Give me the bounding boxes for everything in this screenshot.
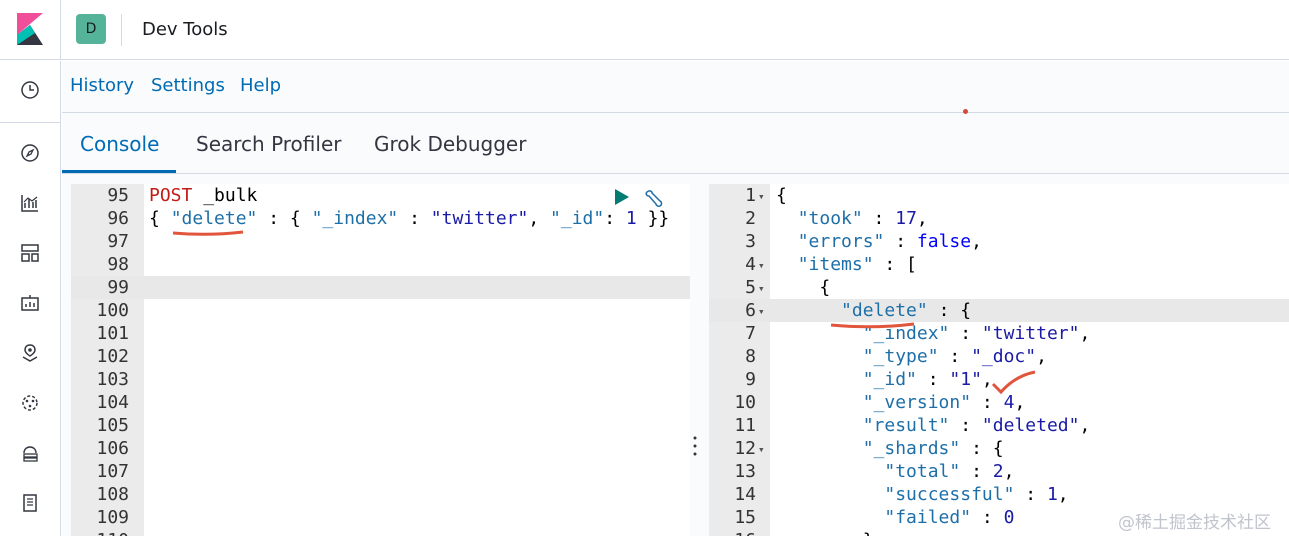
tab-grok-debugger[interactable]: Grok Debugger	[374, 132, 526, 156]
page-title: Dev Tools	[142, 19, 228, 40]
line-number: 3	[745, 231, 756, 252]
line-number: 96	[107, 208, 129, 229]
dashboard-icon[interactable]	[18, 241, 42, 265]
help-link[interactable]: Help	[240, 75, 281, 96]
left-nav	[0, 61, 61, 536]
tab-console[interactable]: Console	[80, 132, 159, 156]
tab-bar: Console Search Profiler Grok Debugger	[62, 114, 1289, 174]
code-text: "_shards" : {	[862, 438, 1004, 459]
tab-search-profiler[interactable]: Search Profiler	[196, 132, 341, 156]
wrench-icon[interactable]	[643, 188, 665, 213]
maps-icon[interactable]	[18, 341, 42, 365]
line-number: 11	[734, 415, 756, 436]
resize-handle-icon[interactable]	[692, 435, 698, 457]
code-text: POST _bulk	[149, 185, 258, 206]
line-number: 2	[745, 208, 756, 229]
line-number: 14	[734, 484, 756, 505]
top-bar: D Dev Tools	[0, 0, 1289, 60]
line-number: 9	[745, 369, 756, 390]
code-text: }	[776, 529, 874, 536]
line-number: 7	[745, 323, 756, 344]
fold-arrow-icon[interactable]: ▾	[758, 277, 765, 300]
annotation-underline	[172, 230, 244, 236]
code-text: "result" : "deleted",	[862, 415, 1091, 436]
code-text: "_id" : "1",	[862, 369, 993, 390]
line-number: 102	[96, 346, 129, 367]
code-text: "delete" : {	[841, 300, 972, 321]
line-number: 12	[734, 438, 756, 459]
line-number: 106	[96, 438, 129, 459]
nav-divider	[0, 122, 61, 123]
divider	[60, 0, 61, 60]
history-link[interactable]: History	[70, 75, 134, 96]
code-text: "items" : [	[797, 254, 917, 275]
watermark: @稀土掘金技术社区	[1118, 513, 1271, 533]
logs-icon[interactable]	[18, 491, 42, 515]
divider	[121, 14, 122, 46]
fold-arrow-icon[interactable]: ▾	[758, 254, 765, 277]
code-text: "_version" : 4,	[862, 392, 1026, 413]
settings-link[interactable]: Settings	[151, 75, 225, 96]
code-text: "_index" : "twitter",	[862, 323, 1091, 344]
play-icon[interactable]	[612, 188, 630, 211]
response-editor[interactable]: 1 ▾{2 "took" : 17, 3 "errors" : false, 4 ▾ "…	[709, 184, 1289, 536]
ml-icon[interactable]	[18, 391, 42, 415]
line-number: 110	[71, 529, 129, 536]
space-avatar[interactable]: D	[76, 14, 106, 44]
line-number: 105	[96, 415, 129, 436]
canvas-icon[interactable]	[18, 291, 42, 315]
annotation-underline	[830, 322, 915, 329]
code-text: { "delete" : { "_index" : "twitter", "_i…	[149, 208, 670, 229]
code-text: "failed" : 0	[884, 507, 1015, 528]
line-number: 97	[107, 231, 129, 252]
line-number: 8	[745, 346, 756, 367]
line-number: 101	[96, 323, 129, 344]
line-number: 4	[745, 254, 756, 275]
code-text: {	[776, 185, 787, 206]
fold-arrow-icon[interactable]: ▾	[758, 185, 765, 208]
code-text: "total" : 2,	[884, 461, 1015, 482]
line-number: 1	[745, 185, 756, 206]
line-number: 16	[709, 529, 756, 536]
top-menu: History Settings Help	[62, 61, 1289, 114]
line-number: 10	[734, 392, 756, 413]
line-number: 99	[107, 277, 129, 298]
kibana-logo-icon[interactable]	[17, 13, 43, 45]
compass-icon[interactable]	[18, 141, 42, 165]
line-number: 109	[96, 507, 129, 528]
main-panel: History Settings Help Console Search Pro…	[62, 61, 1289, 536]
line-number: 108	[96, 484, 129, 505]
code-text: {	[776, 277, 831, 298]
line-number: 15	[734, 507, 756, 528]
line-number: 6	[745, 300, 756, 321]
clock-icon[interactable]	[18, 78, 42, 102]
fold-arrow-icon[interactable]: ▾	[758, 438, 765, 461]
code-text: "successful" : 1,	[884, 484, 1069, 505]
line-number: 104	[96, 392, 129, 413]
code-text: "took" : 17,	[797, 208, 928, 229]
annotation-checkmark	[991, 370, 1036, 395]
line-number: 98	[107, 254, 129, 275]
code-text: "errors" : false,	[797, 231, 982, 252]
active-line-highlight	[71, 276, 690, 299]
fold-arrow-icon[interactable]: ▾	[758, 300, 765, 323]
line-number: 13	[734, 461, 756, 482]
line-number: 95	[107, 185, 129, 206]
request-editor[interactable]: 95 POST _bulk 96 { "delete" : { "_index" : …	[71, 184, 690, 536]
visualize-icon[interactable]	[18, 191, 42, 215]
line-number: 5	[745, 277, 756, 298]
line-number: 100	[96, 300, 129, 321]
line-number: 103	[96, 369, 129, 390]
active-tab-indicator	[62, 170, 176, 173]
infra-icon[interactable]	[18, 441, 42, 465]
line-number: 107	[96, 461, 129, 482]
